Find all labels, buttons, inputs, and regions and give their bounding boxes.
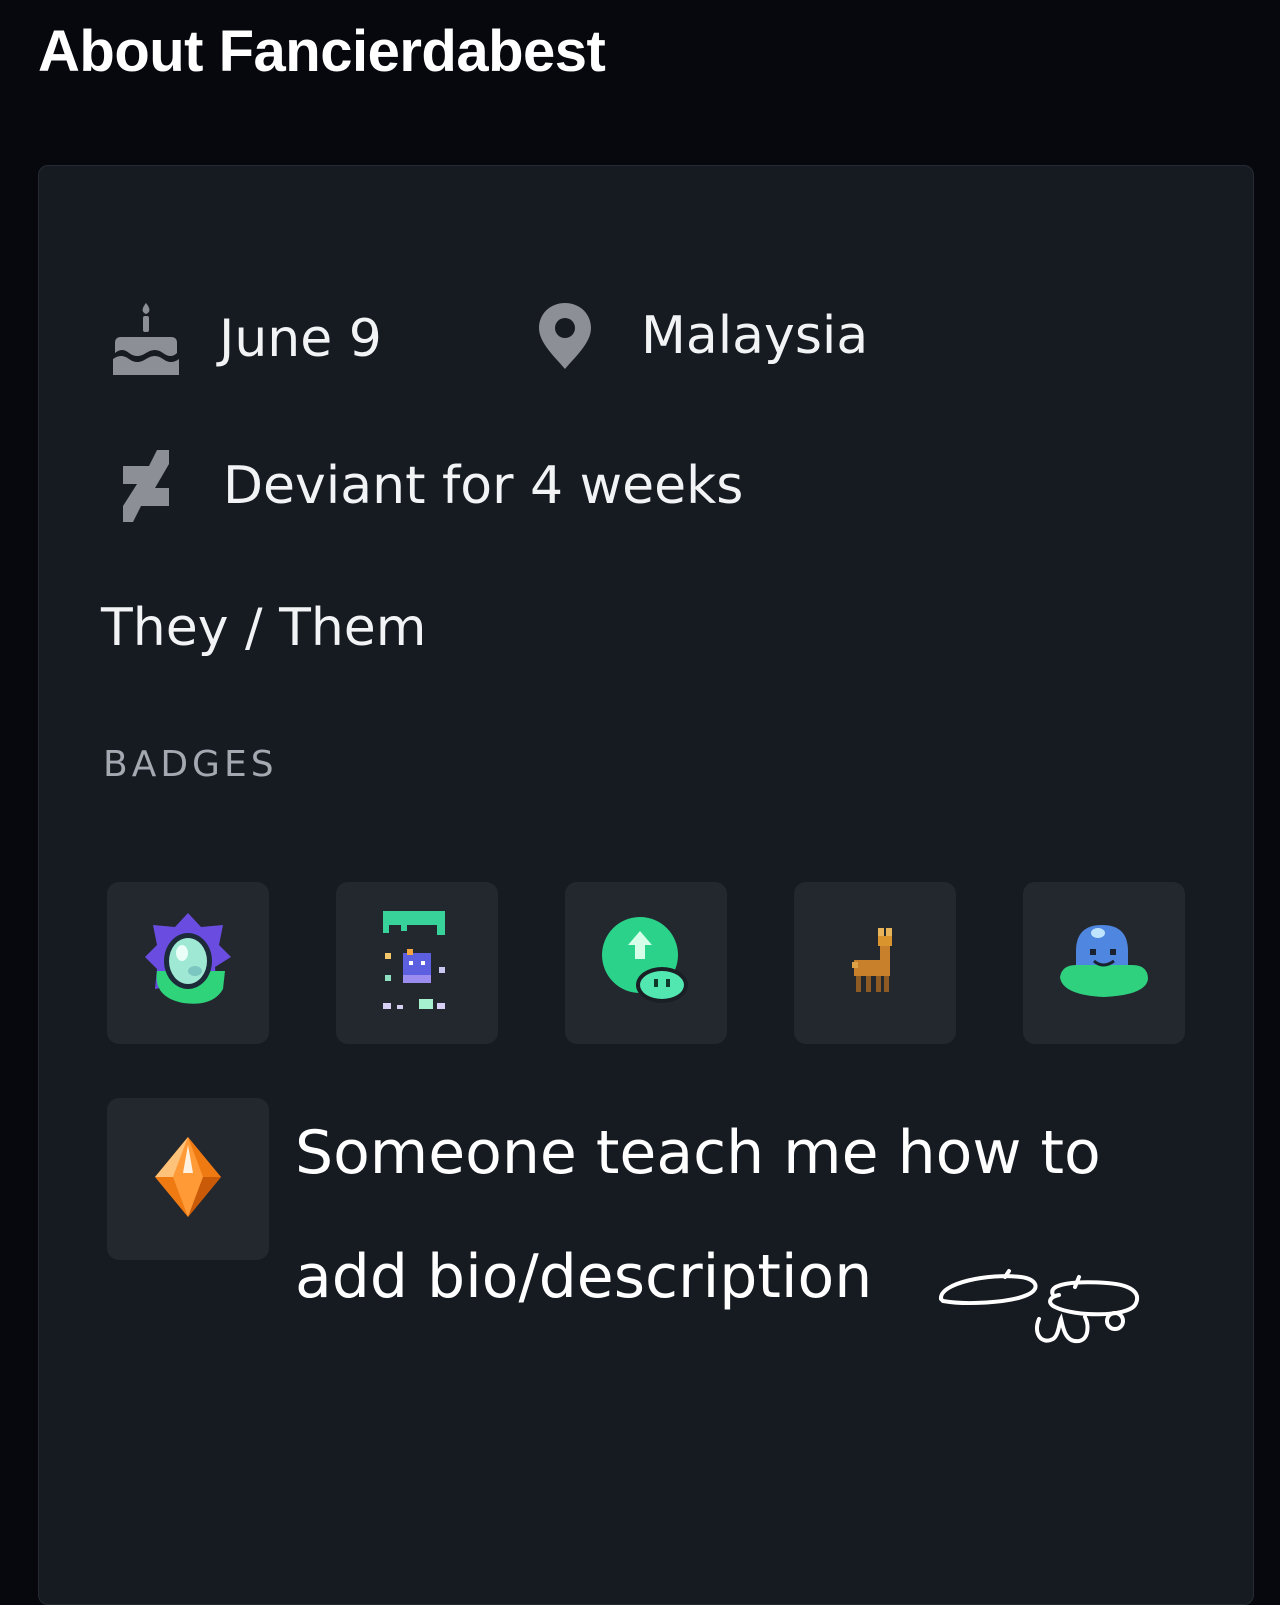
location-row: Malaysia bbox=[537, 301, 868, 371]
egg-badge-icon bbox=[143, 911, 233, 1015]
cake-icon bbox=[111, 301, 181, 377]
badge-tile[interactable] bbox=[107, 882, 269, 1044]
orange-gem-badge-icon bbox=[153, 1135, 223, 1223]
badge-tile[interactable] bbox=[794, 882, 956, 1044]
pixel-creature-badge-icon bbox=[381, 909, 453, 1017]
badge-tile[interactable] bbox=[565, 882, 727, 1044]
about-card: June 9 Malaysia Deviant for 4 weeks They… bbox=[38, 165, 1254, 1605]
page-title: About Fancierdabest bbox=[38, 19, 606, 84]
slime-badge-icon bbox=[1058, 921, 1150, 1005]
badge-tile[interactable] bbox=[1023, 882, 1185, 1044]
upvote-blob-badge-icon bbox=[600, 915, 692, 1011]
bio-note-line: Someone teach me how to bbox=[295, 1118, 1101, 1188]
membership-row: Deviant for 4 weeks bbox=[121, 448, 743, 524]
deviantart-logo-icon bbox=[121, 448, 171, 524]
birthday-row: June 9 bbox=[111, 301, 382, 377]
badges-heading: BADGES bbox=[103, 744, 278, 785]
llama-badge-icon bbox=[850, 926, 900, 1000]
membership-text: Deviant for 4 weeks bbox=[223, 456, 744, 516]
birthday-text: June 9 bbox=[219, 309, 382, 369]
pronouns-row: They / Them bbox=[101, 598, 426, 658]
doodle-face-drawing bbox=[939, 1269, 1140, 1344]
pronouns-text: They / Them bbox=[101, 598, 427, 658]
location-text: Malaysia bbox=[641, 306, 869, 366]
location-pin-icon bbox=[537, 301, 593, 371]
badge-tile[interactable] bbox=[107, 1098, 269, 1260]
badge-tile[interactable] bbox=[336, 882, 498, 1044]
